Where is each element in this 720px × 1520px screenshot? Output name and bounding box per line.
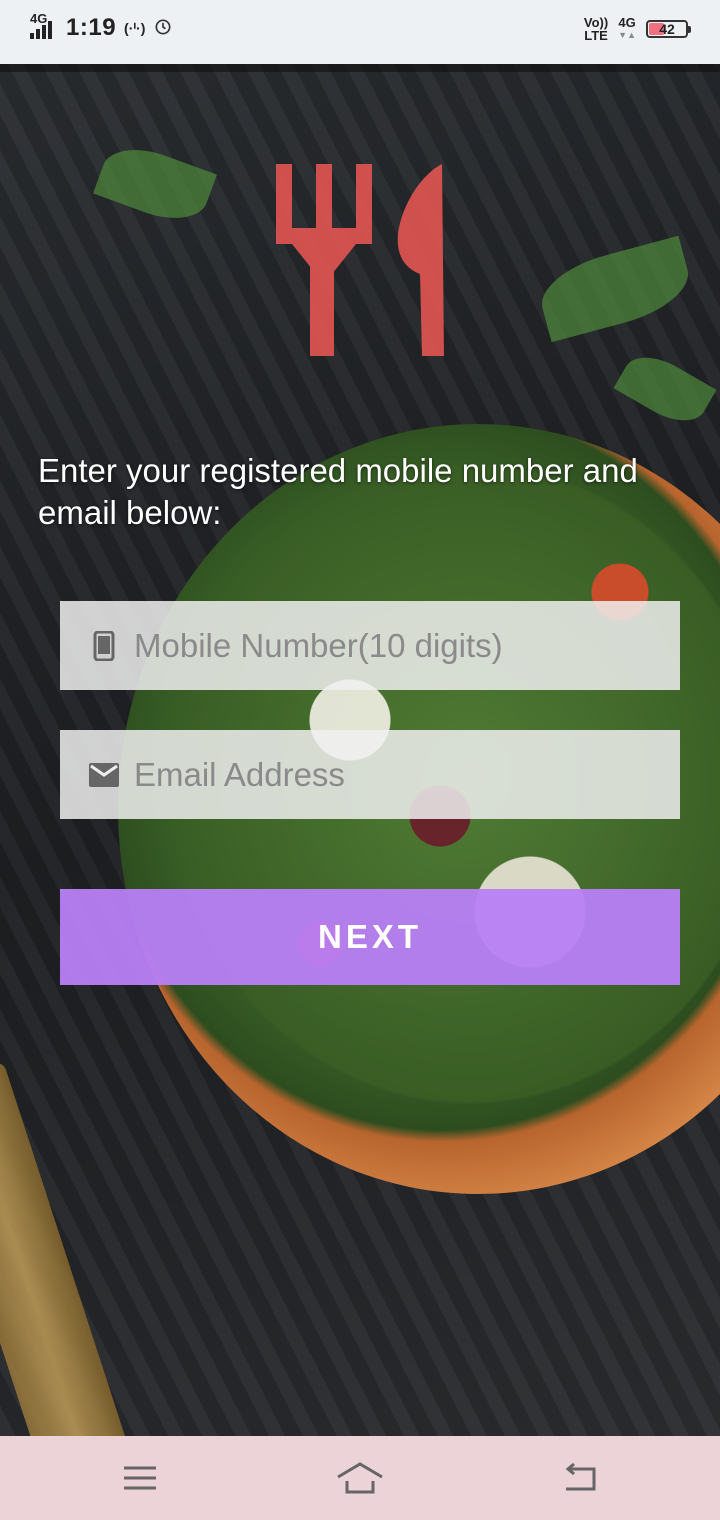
status-bar: 4G 1:19 (·ᑊ·) Vo)) LTE 4G ▼▲ 42 xyxy=(0,0,720,64)
volte-indicator: Vo)) LTE xyxy=(583,15,609,43)
battery-level: 42 xyxy=(659,21,675,37)
network-type: 4G ▼▲ xyxy=(618,15,636,40)
mail-icon xyxy=(88,759,120,791)
email-input[interactable] xyxy=(134,755,634,794)
menu-icon[interactable] xyxy=(110,1456,170,1500)
back-icon[interactable] xyxy=(550,1456,610,1500)
mobile-number-input[interactable] xyxy=(134,626,634,665)
signal-icon: 4G xyxy=(30,11,52,39)
network-tag: 4G xyxy=(30,11,48,26)
history-icon xyxy=(153,17,173,40)
phone-icon xyxy=(88,630,120,662)
instruction-text: Enter your registered mobile number and … xyxy=(38,452,638,531)
navigation-bar xyxy=(0,1436,720,1520)
next-button[interactable]: NEXT xyxy=(60,889,680,985)
mobile-number-field[interactable] xyxy=(60,601,680,690)
fork-image xyxy=(0,1060,133,1436)
email-field[interactable] xyxy=(60,730,680,819)
hotspot-icon: (·ᑊ·) xyxy=(124,19,146,36)
home-icon[interactable] xyxy=(330,1456,390,1500)
fork-knife-icon xyxy=(272,164,448,356)
clock: 1:19 xyxy=(66,14,117,41)
battery-icon: 42 xyxy=(646,20,691,38)
